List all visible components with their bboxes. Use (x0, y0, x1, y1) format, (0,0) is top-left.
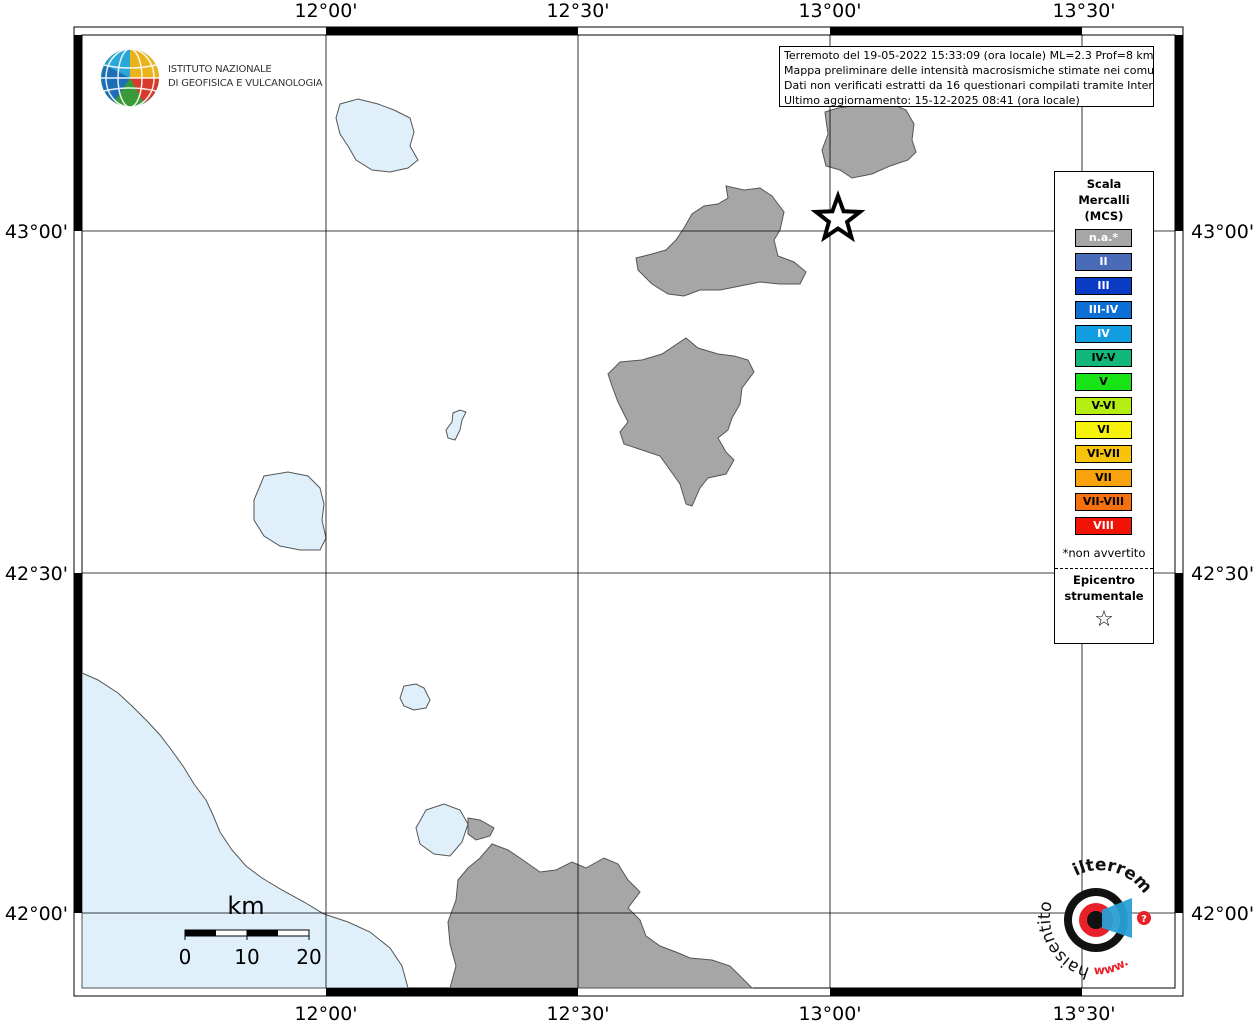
legend-item: VIII (1075, 517, 1132, 535)
haisentito-logo[interactable]: haisentito ilterremoto.it www. ? (1036, 858, 1160, 982)
legend-title-line2: Mercalli (1078, 193, 1130, 207)
tick-top-2: 12°30' (546, 0, 609, 22)
tick-bottom-1: 12°00' (294, 1003, 357, 1024)
ingv-name-line1: ISTITUTO NAZIONALE (168, 64, 272, 75)
haisentito-question-icon: ? (1141, 914, 1147, 925)
legend-item: VI (1075, 421, 1132, 439)
tick-top-1: 12°00' (294, 0, 357, 22)
legend-item: III-IV (1075, 301, 1132, 319)
legend-title-line1: Scala (1086, 177, 1122, 191)
mcs-legend: Scala Mercalli (MCS) n.a.* II III III-IV IV I… (1054, 171, 1154, 644)
legend-item: VI-VII (1075, 445, 1132, 463)
scale-bar: km 0 10 20 (179, 892, 322, 969)
legend-epicentre-line1: Epicentro (1073, 573, 1135, 587)
bottom-tick-labels: 12°00' 12°30' 13°00' 13°30' (294, 1003, 1115, 1024)
tick-left-1: 43°00' (5, 221, 68, 243)
legend-separator (1055, 568, 1153, 569)
event-info-line4: Ultimo aggiornamento: 15-12-2025 08:41 (… (784, 94, 1080, 107)
haisentito-text-bottom: www. (1094, 955, 1131, 977)
legend-epicentre-line2: strumentale (1064, 589, 1144, 603)
tick-bottom-2: 12°30' (546, 1003, 609, 1024)
right-tick-labels: 43°00' 42°30' 42°00' (1191, 221, 1254, 925)
legend-item: IV-V (1075, 349, 1132, 367)
tick-top-3: 13°00' (798, 0, 861, 22)
scale-label-0: 0 (179, 945, 192, 969)
event-info-line3: Dati non verificati estratti da 16 quest… (784, 79, 1154, 92)
legend-star-icon: ☆ (1094, 607, 1114, 632)
legend-item: III (1075, 277, 1132, 295)
legend-item: II (1075, 253, 1132, 271)
legend-item: VII (1075, 469, 1132, 487)
legend-title: Scala Mercalli (MCS) (1055, 176, 1153, 224)
legend-item: V (1075, 373, 1132, 391)
legend-item: n.a.* (1075, 229, 1132, 247)
legend-item: V-VI (1075, 397, 1132, 415)
legend-item: IV (1075, 325, 1132, 343)
tick-top-4: 13°30' (1052, 0, 1115, 22)
scale-label-20: 20 (296, 945, 321, 969)
legend-note: *non avvertito (1062, 546, 1146, 560)
legend-epicentre-label: Epicentro strumentale (1055, 572, 1153, 604)
event-info-line1: Terremoto del 19-05-2022 15:33:09 (ora l… (784, 49, 1154, 62)
legend-title-line3: (MCS) (1084, 209, 1124, 223)
tick-left-3: 42°00' (5, 903, 68, 925)
event-info-box: Terremoto del 19-05-2022 15:33:09 (ora l… (779, 46, 1154, 107)
tick-bottom-4: 13°30' (1052, 1003, 1115, 1024)
scale-unit: km (227, 892, 264, 920)
event-info-line2: Mappa preliminare delle intensità macros… (784, 64, 1154, 77)
tick-right-1: 43°00' (1191, 221, 1254, 243)
ingv-globe-icon (101, 48, 159, 108)
tick-bottom-3: 13°00' (798, 1003, 861, 1024)
top-tick-labels: 12°00' 12°30' 13°00' 13°30' (294, 0, 1115, 22)
tick-left-2: 42°30' (5, 563, 68, 585)
left-tick-labels: 43°00' 42°30' 42°00' (5, 221, 68, 925)
tick-right-3: 42°00' (1191, 903, 1254, 925)
legend-item: VII-VIII (1075, 493, 1132, 511)
scale-label-10: 10 (234, 945, 259, 969)
map-inner (81, 34, 1176, 989)
tick-right-2: 42°30' (1191, 563, 1254, 585)
ingv-name-line2: DI GEOFISICA E VULCANOLOGIA (168, 78, 323, 89)
ingv-name: ISTITUTO NAZIONALE DI GEOFISICA E VULCAN… (168, 63, 323, 91)
